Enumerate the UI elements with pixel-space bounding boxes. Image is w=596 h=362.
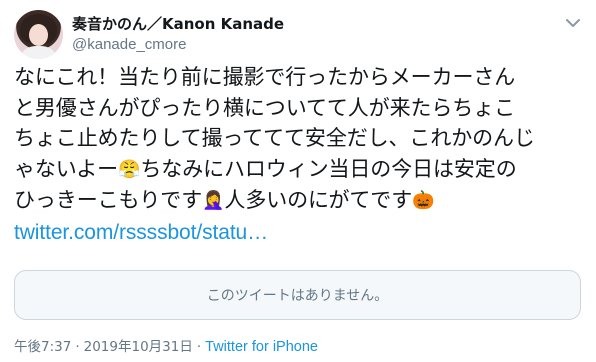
avatar-face [29,24,48,46]
tweet-text-line: ひっきーこもりです🤦‍♀️人多いのにがてです🎃 [14,185,584,217]
tweet-metadata: 午後7:37 · 2019年10月31日 · Twitter for iPhone [14,335,318,355]
tweet-text-fragment: ひっきーこもりです [14,188,203,212]
quoted-tweet-unavailable[interactable]: このツイートはありません。 [14,270,581,320]
chevron-down-icon[interactable] [564,16,582,30]
quoted-tweet-message: このツイートはありません。 [206,288,389,304]
tweet-time[interactable]: 午後7:37 [14,339,71,355]
user-handle[interactable]: @kanade_cmore [72,35,284,55]
steam-face-emoji-icon: 😤 [118,158,141,180]
tweet-text-fragment: 人多いのにがてです [224,188,413,212]
tweet-author: 奏音かのん／Kanon Kanade @kanade_cmore [72,14,284,55]
tweet-text-fragment: ちなみにハロウィン当日の今日は安定の [140,156,517,181]
tweet-date[interactable]: 2019年10月31日 [84,339,193,355]
tweet-text-line: なにこれ！当たり前に撮影で行ったからメーカーさん [14,65,516,89]
tweet-text-fragment: ゃないよー [14,156,119,181]
tweet-text-line: ちょこ止めたりして撮っててて安全だし、これかのんじ [14,126,535,150]
tweet-link[interactable]: twitter.com/rssssbot/statu… [14,221,268,244]
meta-separator: · [75,339,80,355]
avatar-body [22,46,55,59]
tweet-source-link[interactable]: Twitter for iPhone [205,339,318,355]
facepalm-emoji-icon: 🤦‍♀️ [202,190,225,211]
tweet-text-line: ゃないよー😤ちなみにハロウィン当日の今日は安定の [14,154,584,186]
display-name[interactable]: 奏音かのん／Kanon Kanade [72,14,284,34]
tweet-text-line: と男優さんがぴったり横についてて人が来たらちょこ [14,95,515,120]
tweet-text: なにこれ！当たり前に撮影で行ったからメーカーさん と男優さんがぴったり横について… [14,62,584,248]
pumpkin-emoji-icon: 🎃 [412,190,435,211]
tweet-text-line: twitter.com/rssssbot/statu… [14,217,584,249]
meta-separator: · [196,339,202,355]
tweet-card: 奏音かのん／Kanon Kanade @kanade_cmore なにこれ！当た… [0,0,596,362]
avatar[interactable] [14,10,63,59]
